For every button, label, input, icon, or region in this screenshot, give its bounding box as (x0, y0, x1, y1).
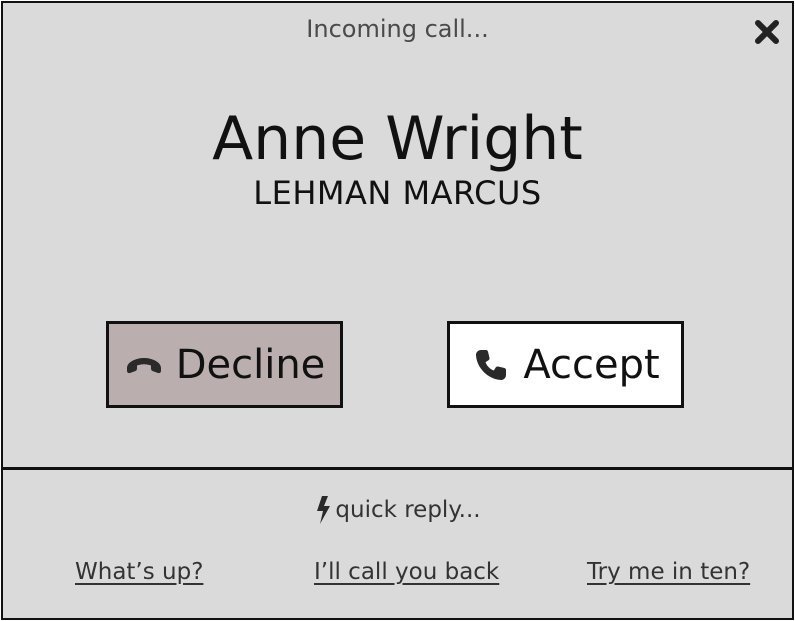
caller-name: Anne Wright (212, 104, 583, 174)
quick-reply-whats-up[interactable]: What’s up? (75, 559, 203, 585)
caller-company: LEHMAN MARCUS (253, 174, 542, 212)
incoming-call-window: Incoming call... Anne Wright LEHMAN MARC… (1, 1, 794, 620)
decline-label: Decline (175, 341, 326, 388)
quick-reply-call-back[interactable]: I’ll call you back (314, 559, 499, 585)
close-button[interactable] (754, 19, 780, 45)
close-icon (755, 20, 779, 44)
phone-icon (476, 349, 507, 380)
quick-reply-label: quick reply... (335, 497, 481, 523)
quick-reply-try-ten[interactable]: Try me in ten? (587, 559, 750, 585)
divider (3, 467, 792, 470)
accept-label: Accept (523, 341, 660, 388)
window-title: Incoming call... (306, 15, 489, 43)
lightning-bolt-icon (317, 496, 331, 524)
hang-up-phone-icon (126, 357, 161, 373)
decline-button[interactable]: Decline (106, 321, 343, 408)
accept-button[interactable]: Accept (447, 321, 684, 408)
quick-reply-header: quick reply... (3, 495, 792, 525)
